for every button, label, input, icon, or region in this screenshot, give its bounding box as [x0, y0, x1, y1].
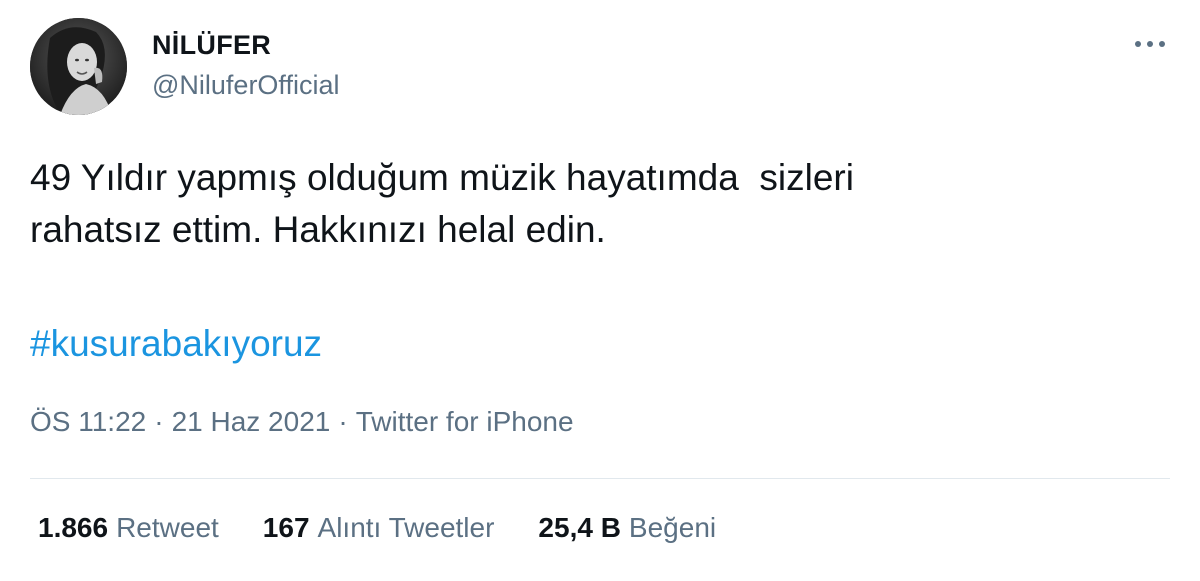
- tweet-meta: ÖS 11:22 · 21 Haz 2021 · Twitter for iPhone: [30, 406, 574, 438]
- like-count[interactable]: 25,4 B Beğeni: [538, 512, 716, 544]
- meta-separator: ·: [154, 406, 164, 437]
- more-options-button[interactable]: [1128, 28, 1172, 60]
- divider: [30, 478, 1170, 479]
- hashtag-link[interactable]: #kusurabakıyoruz: [30, 318, 322, 370]
- stat-count: 25,4 B: [538, 512, 621, 543]
- more-dots-icon: [1135, 41, 1165, 47]
- meta-separator: ·: [338, 406, 348, 437]
- tweet-card: NİLÜFER @NiluferOfficial 49 Yıldır yapmı…: [0, 0, 1200, 581]
- stat-count: 1.866: [38, 512, 109, 543]
- stat-label: Retweet: [116, 512, 219, 543]
- stat-label: Alıntı Tweetler: [317, 512, 495, 543]
- tweet-date[interactable]: 21 Haz 2021: [172, 406, 331, 437]
- tweet-source[interactable]: Twitter for iPhone: [356, 406, 574, 437]
- tweet-stats: 1.866 Retweet 167 Alıntı Tweetler 25,4 B…: [38, 512, 716, 544]
- quote-tweet-count[interactable]: 167 Alıntı Tweetler: [263, 512, 495, 544]
- username[interactable]: @NiluferOfficial: [152, 70, 339, 101]
- tweet-time[interactable]: ÖS 11:22: [30, 406, 146, 437]
- retweet-count[interactable]: 1.866 Retweet: [38, 512, 219, 544]
- avatar[interactable]: [30, 18, 127, 115]
- stat-label: Beğeni: [628, 512, 717, 543]
- stat-count: 167: [262, 512, 310, 543]
- display-name[interactable]: NİLÜFER: [152, 30, 271, 61]
- tweet-text: 49 Yıldır yapmış olduğum müzik hayatımda…: [30, 157, 854, 250]
